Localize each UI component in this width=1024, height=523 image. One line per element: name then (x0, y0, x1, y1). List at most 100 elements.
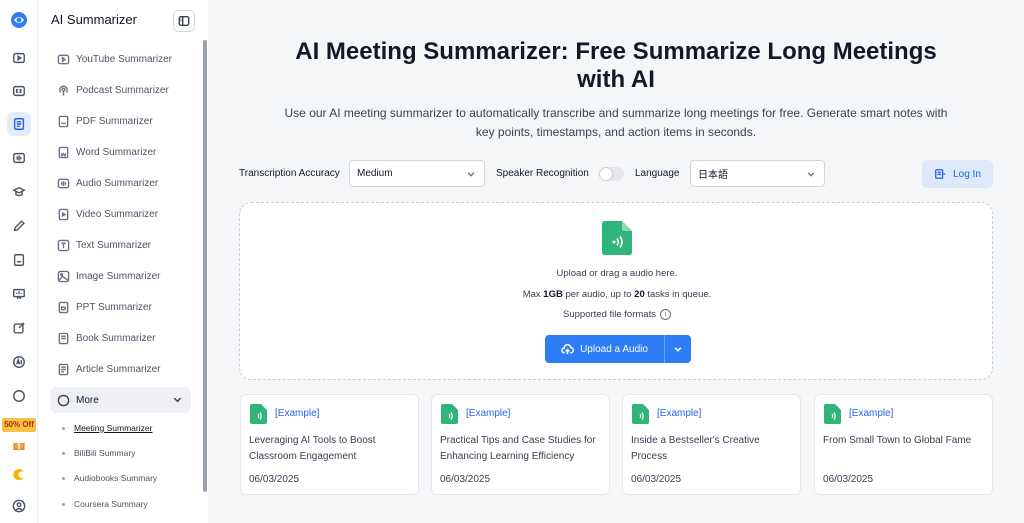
example-title: Leveraging AI Tools to Boost Classroom E… (249, 435, 376, 462)
sidebar-item-label: Word Summarizer (76, 146, 157, 158)
chevron-down-icon (806, 169, 816, 182)
audio-wave-icon[interactable] (7, 146, 31, 170)
sidebar-scrollbar[interactable] (203, 40, 207, 492)
example-tag[interactable]: [Example] (466, 408, 510, 419)
more-icon (56, 393, 70, 407)
edit-icon[interactable] (7, 316, 31, 340)
example-title: Practical Tips and Case Studies for Enha… (440, 435, 596, 462)
presentation-icon[interactable] (7, 282, 31, 306)
pdf-icon (56, 114, 70, 128)
text-icon (56, 238, 70, 252)
sidebar-subitem-audiobooks-summary[interactable]: Audiobooks Summary (62, 473, 157, 483)
youtube-icon (56, 52, 70, 66)
page-title-line-1: AI Meeting Summarizer: Free Summarize Lo… (295, 38, 937, 65)
login-icon (935, 169, 946, 179)
bullet-dot (62, 426, 65, 430)
user-icon[interactable] (7, 494, 31, 518)
example-title: Inside a Bestseller's Creative Process (631, 435, 760, 462)
upload-limit-tasks: 20 (634, 289, 645, 300)
example-tag[interactable]: [Example] (657, 408, 701, 419)
pdf-icon[interactable] (7, 248, 31, 272)
bullet-dot (62, 502, 65, 506)
pen-icon[interactable] (7, 214, 31, 238)
sidebar-item-label: Book Summarizer (76, 332, 156, 344)
sidebar-item-article-summarizer[interactable]: Article Summarizer (50, 357, 198, 381)
example-tag[interactable]: [Example] (849, 408, 893, 419)
sidebar-item-text-summarizer[interactable]: Text Summarizer (50, 233, 198, 257)
sidebar-item-label: Image Summarizer (76, 270, 161, 282)
sidebar-item-youtube-summarizer[interactable]: YouTube Summarizer (50, 47, 198, 71)
upload-dropzone[interactable]: Upload or drag a audio here. Max 1GB per… (239, 202, 993, 380)
login-label: Log In (953, 168, 981, 180)
sidebar-item-label: YouTube Summarizer (76, 53, 172, 65)
info-icon[interactable]: i (659, 309, 671, 320)
document-icon[interactable] (7, 112, 31, 136)
upload-limits: Max 1GB per audio, up to 20 tasks in que… (240, 289, 994, 300)
example-card[interactable]: [Example] Inside a Bestseller's Creative… (622, 394, 801, 495)
login-button[interactable]: Log In (922, 160, 993, 188)
example-card[interactable]: [Example] Leveraging AI Tools to Boost C… (240, 394, 419, 495)
icon-rail: 50% Off (0, 0, 38, 523)
example-card[interactable]: [Example] From Small Town to Global Fame… (814, 394, 993, 495)
sidebar-more-toggle[interactable]: More (50, 387, 191, 413)
accuracy-select[interactable]: Medium (349, 160, 485, 187)
sidebar-subitem-meeting-summarizer[interactable]: Meeting Summarizer (62, 423, 152, 433)
sidebar-item-book-summarizer[interactable]: Book Summarizer (50, 326, 198, 350)
sidebar-subitem-coursera-summary[interactable]: Coursera Summary (62, 499, 148, 509)
sidebar-item-pdf-summarizer[interactable]: PDF Summarizer (50, 109, 198, 133)
page-title: AI Meeting Summarizer: Free Summarize Lo… (248, 38, 984, 94)
audio-file-icon (250, 404, 267, 424)
image-icon (56, 269, 70, 283)
language-label: Language (635, 168, 680, 179)
sidebar-more-label: More (76, 394, 99, 406)
cc-icon[interactable] (7, 79, 31, 103)
upload-button[interactable]: Upload a Audio (545, 335, 664, 363)
sidebar-item-word-summarizer[interactable]: Word Summarizer (50, 140, 198, 164)
chevron-down-icon (674, 347, 682, 352)
sidebar-item-label: Audio Summarizer (76, 177, 159, 189)
upload-limit-size: 1GB (543, 289, 563, 300)
example-date: 06/03/2025 (631, 474, 682, 485)
logo-icon[interactable] (7, 8, 31, 32)
circle-icon[interactable] (7, 384, 31, 408)
example-tag[interactable]: [Example] (275, 408, 319, 419)
ai-icon[interactable] (7, 350, 31, 374)
app-title: AI Summarizer (51, 12, 137, 27)
supported-formats[interactable]: Supported file formats i (240, 309, 994, 320)
article-icon (56, 362, 70, 376)
sidebar-item-video-summarizer[interactable]: Video Summarizer (50, 202, 198, 226)
sidebar: AI Summarizer YouTube Summarizer Podcast… (38, 0, 208, 523)
graduation-icon[interactable] (7, 180, 31, 204)
sidebar-item-label: PPT Summarizer (76, 301, 152, 313)
sidebar-item-label: Article Summarizer (76, 363, 161, 375)
audio-file-icon (602, 221, 632, 255)
chevron-down-icon (172, 394, 183, 408)
page-subtitle: Use our AI meeting summarizer to automat… (258, 104, 974, 142)
video-icon (56, 207, 70, 221)
upload-limit-prefix: Max (522, 289, 544, 300)
youtube-icon[interactable] (7, 46, 31, 70)
example-date: 06/03/2025 (823, 474, 874, 485)
promo-badge[interactable]: 50% Off (2, 418, 36, 432)
sidebar-toggle-icon (178, 16, 190, 26)
language-select[interactable]: 日本語 (690, 160, 825, 187)
example-title: From Small Town to Global Fame (823, 435, 972, 446)
cloud-upload-icon (561, 343, 575, 354)
speaker-recognition-toggle[interactable] (599, 167, 624, 181)
sidebar-item-image-summarizer[interactable]: Image Summarizer (50, 264, 198, 288)
example-date: 06/03/2025 (249, 474, 300, 485)
speaker-recognition-label: Speaker Recognition (496, 168, 589, 179)
sidebar-subitem-bilibili-summary[interactable]: BiliBili Summary (62, 448, 135, 458)
gift-icon[interactable] (7, 432, 31, 456)
upload-button-group: Upload a Audio (545, 335, 691, 363)
sidebar-item-podcast-summarizer[interactable]: Podcast Summarizer (50, 78, 198, 102)
sidebar-subitem-label: Coursera Summary (74, 499, 148, 509)
sidebar-item-audio-summarizer[interactable]: Audio Summarizer (50, 171, 198, 195)
bullet-dot (62, 451, 65, 455)
moon-icon[interactable] (7, 463, 31, 487)
sidebar-item-ppt-summarizer[interactable]: PPT Summarizer (50, 295, 198, 319)
page-subtitle-line-1: Use our AI meeting summarizer to automat… (284, 106, 948, 120)
upload-options-dropdown[interactable] (664, 335, 691, 363)
example-card[interactable]: [Example] Practical Tips and Case Studie… (431, 394, 610, 495)
sidebar-collapse-button[interactable] (173, 10, 195, 32)
